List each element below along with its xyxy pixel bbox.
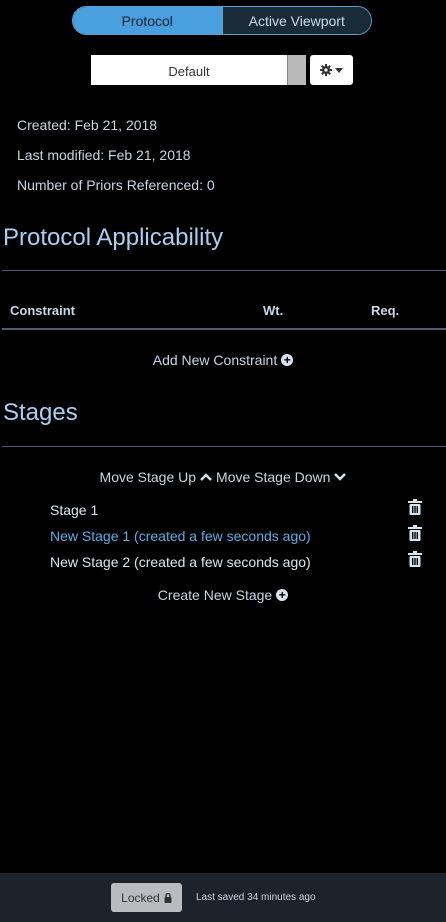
protocol-select-value[interactable]: Default bbox=[91, 55, 287, 85]
move-stage-up-label: Move Stage Up bbox=[99, 469, 197, 485]
move-stage-up-button[interactable]: Move Stage Up bbox=[100, 469, 213, 485]
locked-button[interactable]: Locked bbox=[111, 883, 182, 912]
stages-divider bbox=[2, 446, 446, 447]
add-constraint-label: Add New Constraint bbox=[152, 352, 278, 368]
settings-dropdown-button[interactable] bbox=[310, 55, 353, 85]
trash-icon[interactable] bbox=[408, 499, 422, 515]
column-header-weight: Wt. bbox=[263, 303, 284, 318]
trash-icon[interactable] bbox=[408, 551, 422, 567]
protocol-select[interactable]: Default bbox=[91, 55, 306, 85]
create-stage-label: Create New Stage bbox=[157, 587, 273, 603]
lock-icon bbox=[164, 892, 172, 903]
plus-circle-icon: + bbox=[276, 589, 289, 601]
tab-protocol[interactable]: Protocol bbox=[73, 7, 222, 34]
viewer-tab-group: Protocol Active Viewport bbox=[72, 6, 372, 35]
column-header-required: Req. bbox=[371, 303, 400, 318]
priors-referenced-count: Number of Priors Referenced: 0 bbox=[17, 177, 215, 193]
column-header-constraint: Constraint bbox=[10, 303, 75, 318]
chevron-up-icon bbox=[200, 473, 212, 481]
add-constraint-button[interactable]: Add New Constraint + bbox=[0, 352, 446, 368]
stage-item[interactable]: New Stage 2 (created a few seconds ago) bbox=[50, 554, 311, 570]
created-date: Created: Feb 21, 2018 bbox=[17, 117, 158, 133]
locked-label: Locked bbox=[121, 890, 160, 905]
move-stage-down-button[interactable]: Move Stage Down bbox=[216, 469, 347, 485]
gear-icon bbox=[320, 64, 332, 76]
select-caret-handle[interactable] bbox=[287, 55, 306, 85]
applicability-title: Protocol Applicability bbox=[3, 224, 224, 251]
stage-item[interactable]: Stage 1 bbox=[50, 502, 98, 518]
applicability-divider bbox=[2, 270, 446, 271]
tab-active-viewport[interactable]: Active Viewport bbox=[221, 7, 371, 34]
footer-bar: Locked Last saved 34 minutes ago bbox=[0, 873, 446, 922]
stage-item-selected[interactable]: New Stage 1 (created a few seconds ago) bbox=[50, 528, 311, 544]
caret-down-icon bbox=[335, 67, 343, 73]
table-header-divider bbox=[2, 328, 446, 330]
last-modified-date: Last modified: Feb 21, 2018 bbox=[17, 147, 191, 163]
chevron-down-icon bbox=[334, 473, 347, 481]
plus-circle-icon: + bbox=[281, 354, 294, 366]
last-saved-status: Last saved 34 minutes ago bbox=[196, 892, 316, 903]
create-stage-button[interactable]: Create New Stage + bbox=[0, 587, 446, 603]
stage-move-controls: Move Stage Up Move Stage Down bbox=[0, 469, 446, 485]
move-stage-down-label: Move Stage Down bbox=[216, 469, 331, 485]
trash-icon[interactable] bbox=[408, 525, 422, 541]
stages-title: Stages bbox=[3, 399, 78, 426]
